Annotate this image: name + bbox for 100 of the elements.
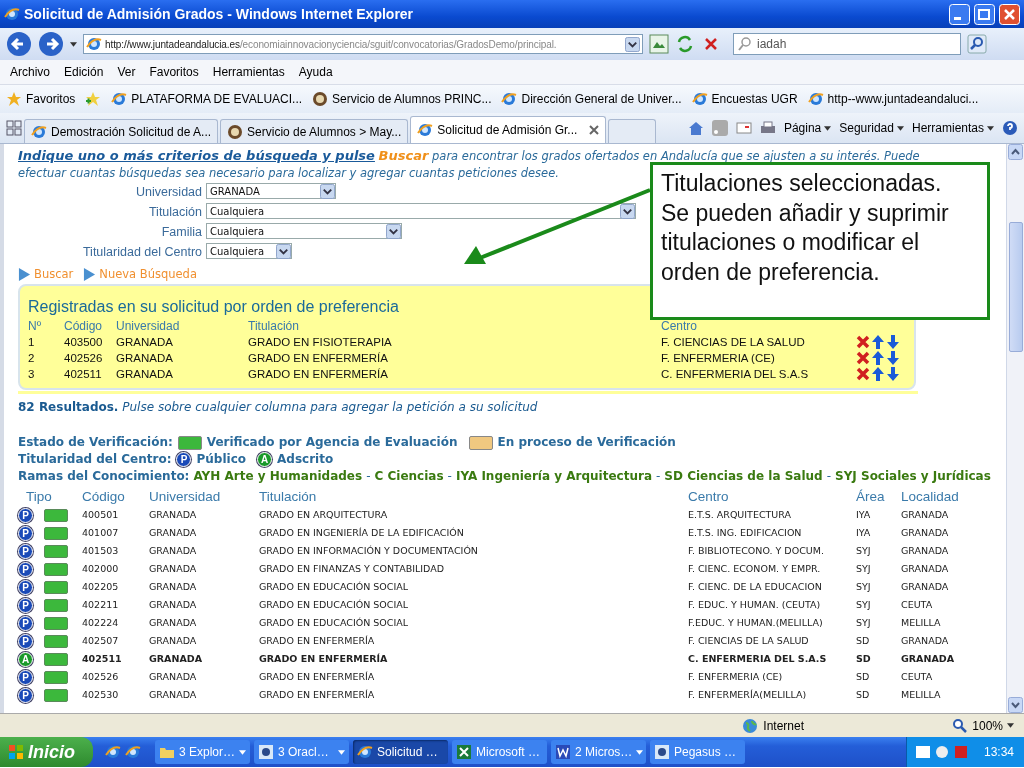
table-cell[interactable]: SD	[856, 668, 901, 686]
table-cell[interactable]: 401503	[82, 542, 149, 560]
table-cell[interactable]: SYJ	[856, 614, 901, 632]
command-menu[interactable]: Herramientas	[911, 121, 994, 135]
table-cell[interactable]: GRADO EN INGENIERÍA DE LA EDIFICACIÓN	[259, 524, 688, 542]
table-cell[interactable]: F.EDUC. Y HUMAN.(MELILLA)	[688, 614, 856, 632]
table-cell[interactable]: GRANADA	[901, 650, 971, 668]
scroll-down-button[interactable]	[1008, 697, 1023, 713]
table-cell[interactable]: GRADO EN FINANZAS Y CONTABILIDAD	[259, 560, 688, 578]
browser-tab[interactable]: Solicitud de Admisión Gr...	[410, 116, 607, 143]
filter-dropdown[interactable]: GRANADA	[206, 183, 336, 199]
table-cell[interactable]: F. BIBLIOTECONO. Y DOCUM.	[688, 542, 856, 560]
down-arrow-icon[interactable]	[886, 351, 900, 365]
table-cell[interactable]: 402507	[82, 632, 149, 650]
table-cell[interactable]: CEUTA	[901, 596, 971, 614]
zoom-control[interactable]: 100%	[952, 717, 1014, 734]
menu-item[interactable]: Ver	[117, 65, 136, 79]
address-field[interactable]: http://www.juntadeandalucia.es/economiainnovacionyciencia/sguit/convocatorias/GradosDemo/principal.	[83, 34, 643, 54]
table-cell[interactable]: E.T.S. ING. EDIFICACION	[688, 524, 856, 542]
table-cell[interactable]: 402205	[82, 578, 149, 596]
table-cell[interactable]: C. ENFERMERIA DEL S.A.S	[688, 650, 856, 668]
table-cell[interactable]: GRADO EN EDUCACIÓN SOCIAL	[259, 578, 688, 596]
filter-dropdown[interactable]: Cualquiera	[206, 223, 402, 239]
menu-item[interactable]: Herramientas	[212, 65, 285, 79]
table-cell[interactable]: GRANADA	[149, 614, 259, 632]
table-cell[interactable]: GRANADA	[901, 578, 971, 596]
table-cell[interactable]: GRANADA	[149, 578, 259, 596]
menu-item[interactable]: Ayuda	[298, 65, 333, 79]
table-cell[interactable]: GRANADA	[149, 650, 259, 668]
table-cell[interactable]: 402211	[82, 596, 149, 614]
table-cell[interactable]: GRANADA	[901, 524, 971, 542]
scrollbar-thumb[interactable]	[1008, 222, 1023, 352]
refresh-button[interactable]	[675, 34, 695, 54]
table-cell[interactable]: SYJ	[856, 560, 901, 578]
table-cell[interactable]: 400501	[82, 506, 149, 524]
table-cell[interactable]: GRADO EN EDUCACIÓN SOCIAL	[259, 596, 688, 614]
table-cell[interactable]: GRADO EN ENFERMERÍA	[259, 668, 688, 686]
table-cell[interactable]: SD	[856, 632, 901, 650]
command-menu[interactable]: Seguridad	[839, 121, 904, 135]
table-cell[interactable]: SYJ	[856, 596, 901, 614]
table-cell[interactable]: SD	[856, 686, 901, 704]
taskbar-button[interactable]: Pegasus …	[650, 740, 745, 764]
taskbar-button[interactable]: Microsoft …	[452, 740, 547, 764]
maximize-button[interactable]	[974, 3, 995, 25]
table-cell[interactable]: SYJ	[856, 542, 901, 560]
down-arrow-icon[interactable]	[886, 367, 900, 381]
column-header[interactable]: Titulación	[259, 488, 688, 506]
taskbar-button[interactable]: 3 Oracl…	[254, 740, 349, 764]
home-icon[interactable]	[687, 120, 704, 136]
table-cell[interactable]: F. ENFERMERÍA(MELILLA)	[688, 686, 856, 704]
table-cell[interactable]: GRANADA	[149, 686, 259, 704]
table-cell[interactable]: GRANADA	[149, 632, 259, 650]
table-cell[interactable]: GRADO EN EDUCACIÓN SOCIAL	[259, 614, 688, 632]
taskbar-button[interactable]: Solicitud …	[353, 740, 448, 764]
filter-dropdown[interactable]: Cualquiera	[206, 203, 636, 219]
table-cell[interactable]: 402526	[82, 668, 149, 686]
column-header[interactable]: Área	[856, 488, 901, 506]
table-cell[interactable]: GRANADA	[149, 524, 259, 542]
table-cell[interactable]: GRADO EN ENFERMERÍA	[259, 632, 688, 650]
table-cell[interactable]: F. CIENCIAS DE LA SALUD	[688, 632, 856, 650]
table-cell[interactable]: 402224	[82, 614, 149, 632]
search-field[interactable]: iadah	[733, 33, 961, 55]
compatibility-icon[interactable]	[649, 34, 669, 54]
browser-tab[interactable]: Demostración Solicitud de A...	[24, 119, 219, 143]
favorite-link[interactable]: http--www.juntadeandaluci...	[807, 91, 979, 107]
column-header[interactable]: Tipo	[18, 488, 82, 506]
menu-item[interactable]: Archivo	[10, 65, 50, 79]
up-arrow-icon[interactable]	[871, 335, 885, 349]
table-cell[interactable]: IYA	[856, 524, 901, 542]
table-cell[interactable]: IYA	[856, 506, 901, 524]
mail-icon[interactable]	[735, 120, 752, 136]
favorite-link[interactable]: PLATAFORMA DE EVALUACI...	[111, 91, 303, 107]
command-menu[interactable]: Página	[783, 121, 832, 135]
table-cell[interactable]: GRANADA	[901, 542, 971, 560]
table-cell[interactable]: MELILLA	[901, 686, 971, 704]
table-cell[interactable]: GRADO EN ENFERMERÍA	[259, 650, 688, 668]
forward-button[interactable]	[38, 31, 64, 57]
menu-item[interactable]: Favoritos	[149, 65, 199, 79]
scroll-up-button[interactable]	[1008, 144, 1023, 160]
table-cell[interactable]: 402530	[82, 686, 149, 704]
table-cell[interactable]: GRANADA	[149, 542, 259, 560]
table-cell[interactable]: GRANADA	[901, 632, 971, 650]
delete-icon[interactable]	[856, 367, 870, 381]
up-arrow-icon[interactable]	[871, 367, 885, 381]
table-cell[interactable]: E.T.S. ARQUITECTURA	[688, 506, 856, 524]
table-cell[interactable]: F. CIENC. DE LA EDUCACION	[688, 578, 856, 596]
table-cell[interactable]: GRANADA	[149, 596, 259, 614]
table-cell[interactable]: CEUTA	[901, 668, 971, 686]
table-cell[interactable]: F. EDUC. Y HUMAN. (CEUTA)	[688, 596, 856, 614]
table-cell[interactable]: GRANADA	[149, 506, 259, 524]
close-button[interactable]	[999, 3, 1020, 25]
column-header[interactable]: Centro	[688, 488, 856, 506]
favorite-link[interactable]: Servicio de Alumnos PRINC...	[312, 91, 492, 107]
column-header[interactable]: Código	[82, 488, 149, 506]
table-cell[interactable]: GRANADA	[149, 560, 259, 578]
table-cell[interactable]: GRANADA	[901, 506, 971, 524]
table-cell[interactable]: GRADO EN INFORMACIÓN Y DOCUMENTACIÓN	[259, 542, 688, 560]
table-cell[interactable]: GRANADA	[149, 668, 259, 686]
back-button[interactable]	[6, 31, 32, 57]
table-cell[interactable]: 402511	[82, 650, 149, 668]
